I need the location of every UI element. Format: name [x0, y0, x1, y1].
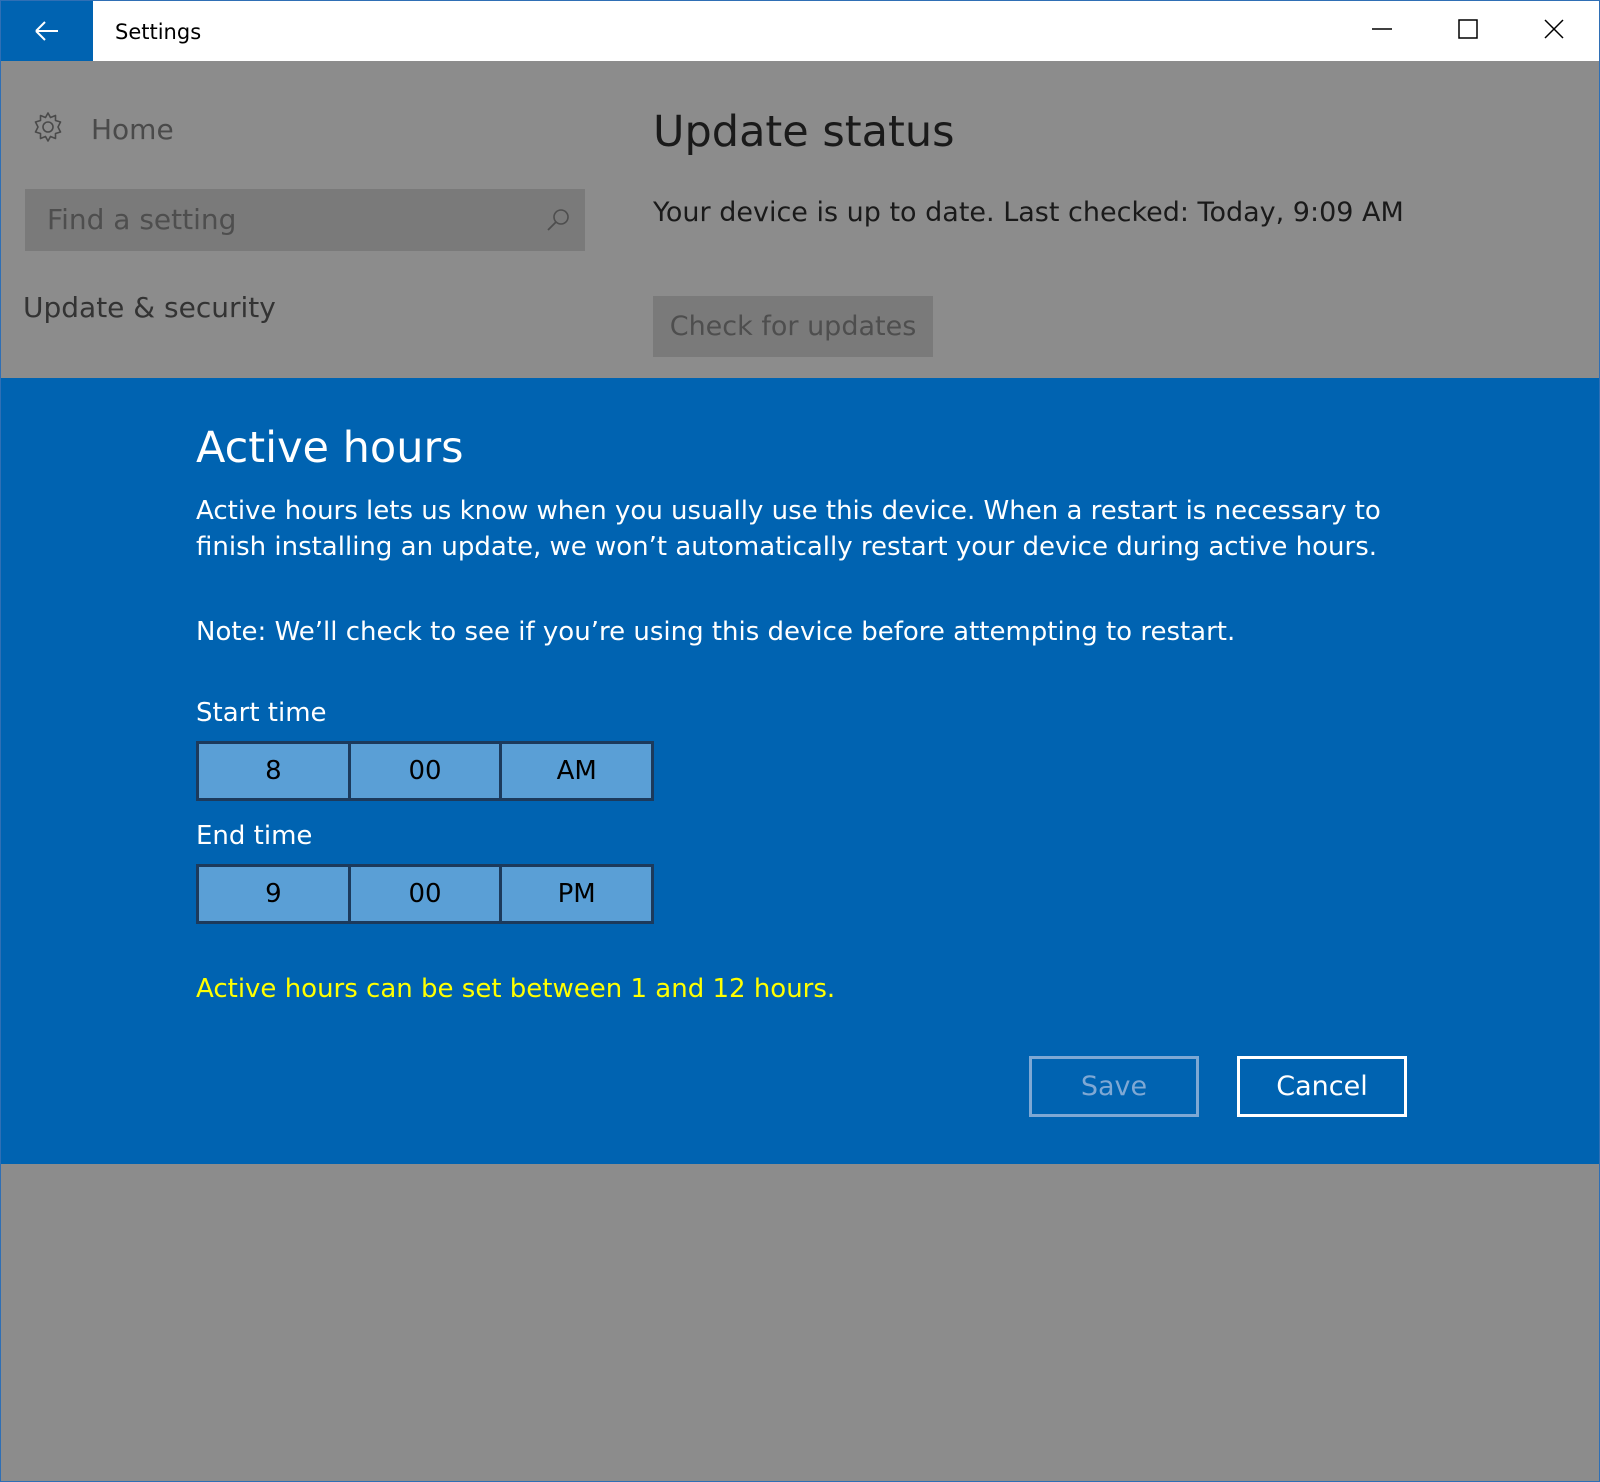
start-hour[interactable]: 8	[199, 744, 348, 798]
dialog-note: Note: We’ll check to see if you’re using…	[196, 617, 1236, 647]
validation-warning: Active hours can be set between 1 and 12…	[196, 974, 836, 1004]
end-period[interactable]: PM	[499, 867, 651, 921]
start-time-picker[interactable]: 8 00 AM	[196, 741, 654, 801]
search-input[interactable]: Find a setting	[25, 189, 585, 251]
search-placeholder: Find a setting	[47, 203, 237, 236]
start-time-label: Start time	[196, 698, 327, 728]
minimize-button[interactable]	[1339, 1, 1425, 61]
dialog-title: Active hours	[196, 423, 464, 473]
dialog-description: Active hours lets us know when you usual…	[196, 496, 1381, 562]
check-for-updates-button[interactable]: Check for updates	[653, 296, 933, 357]
end-time-picker[interactable]: 9 00 PM	[196, 864, 654, 924]
end-time-label: End time	[196, 821, 313, 851]
close-button[interactable]	[1511, 1, 1597, 61]
minimize-icon	[1372, 19, 1392, 43]
update-status-text: Your device is up to date. Last checked:…	[653, 197, 1404, 228]
gear-icon	[31, 110, 65, 148]
close-icon	[1544, 19, 1564, 43]
home-nav-item[interactable]: Home	[31, 109, 174, 149]
back-arrow-icon	[34, 21, 60, 41]
search-icon[interactable]	[545, 207, 571, 237]
save-button[interactable]: Save	[1029, 1056, 1199, 1117]
start-period[interactable]: AM	[499, 744, 651, 798]
active-hours-dialog: Active hours Active hours lets us know w…	[1, 378, 1599, 1164]
window-title: Settings	[115, 20, 202, 44]
sidebar-category-update-security[interactable]: Update & security	[23, 291, 276, 324]
start-minute[interactable]: 00	[347, 744, 500, 798]
settings-window: Settings Home Find a setting Update & se…	[0, 0, 1600, 1482]
back-button[interactable]	[1, 1, 93, 61]
title-bar: Settings	[1, 1, 1599, 61]
maximize-button[interactable]	[1425, 1, 1511, 61]
cancel-button[interactable]: Cancel	[1237, 1056, 1407, 1117]
page-title: Update status	[653, 107, 955, 157]
end-minute[interactable]: 00	[347, 867, 500, 921]
home-label: Home	[91, 112, 174, 146]
maximize-icon	[1458, 19, 1478, 43]
end-hour[interactable]: 9	[199, 867, 348, 921]
